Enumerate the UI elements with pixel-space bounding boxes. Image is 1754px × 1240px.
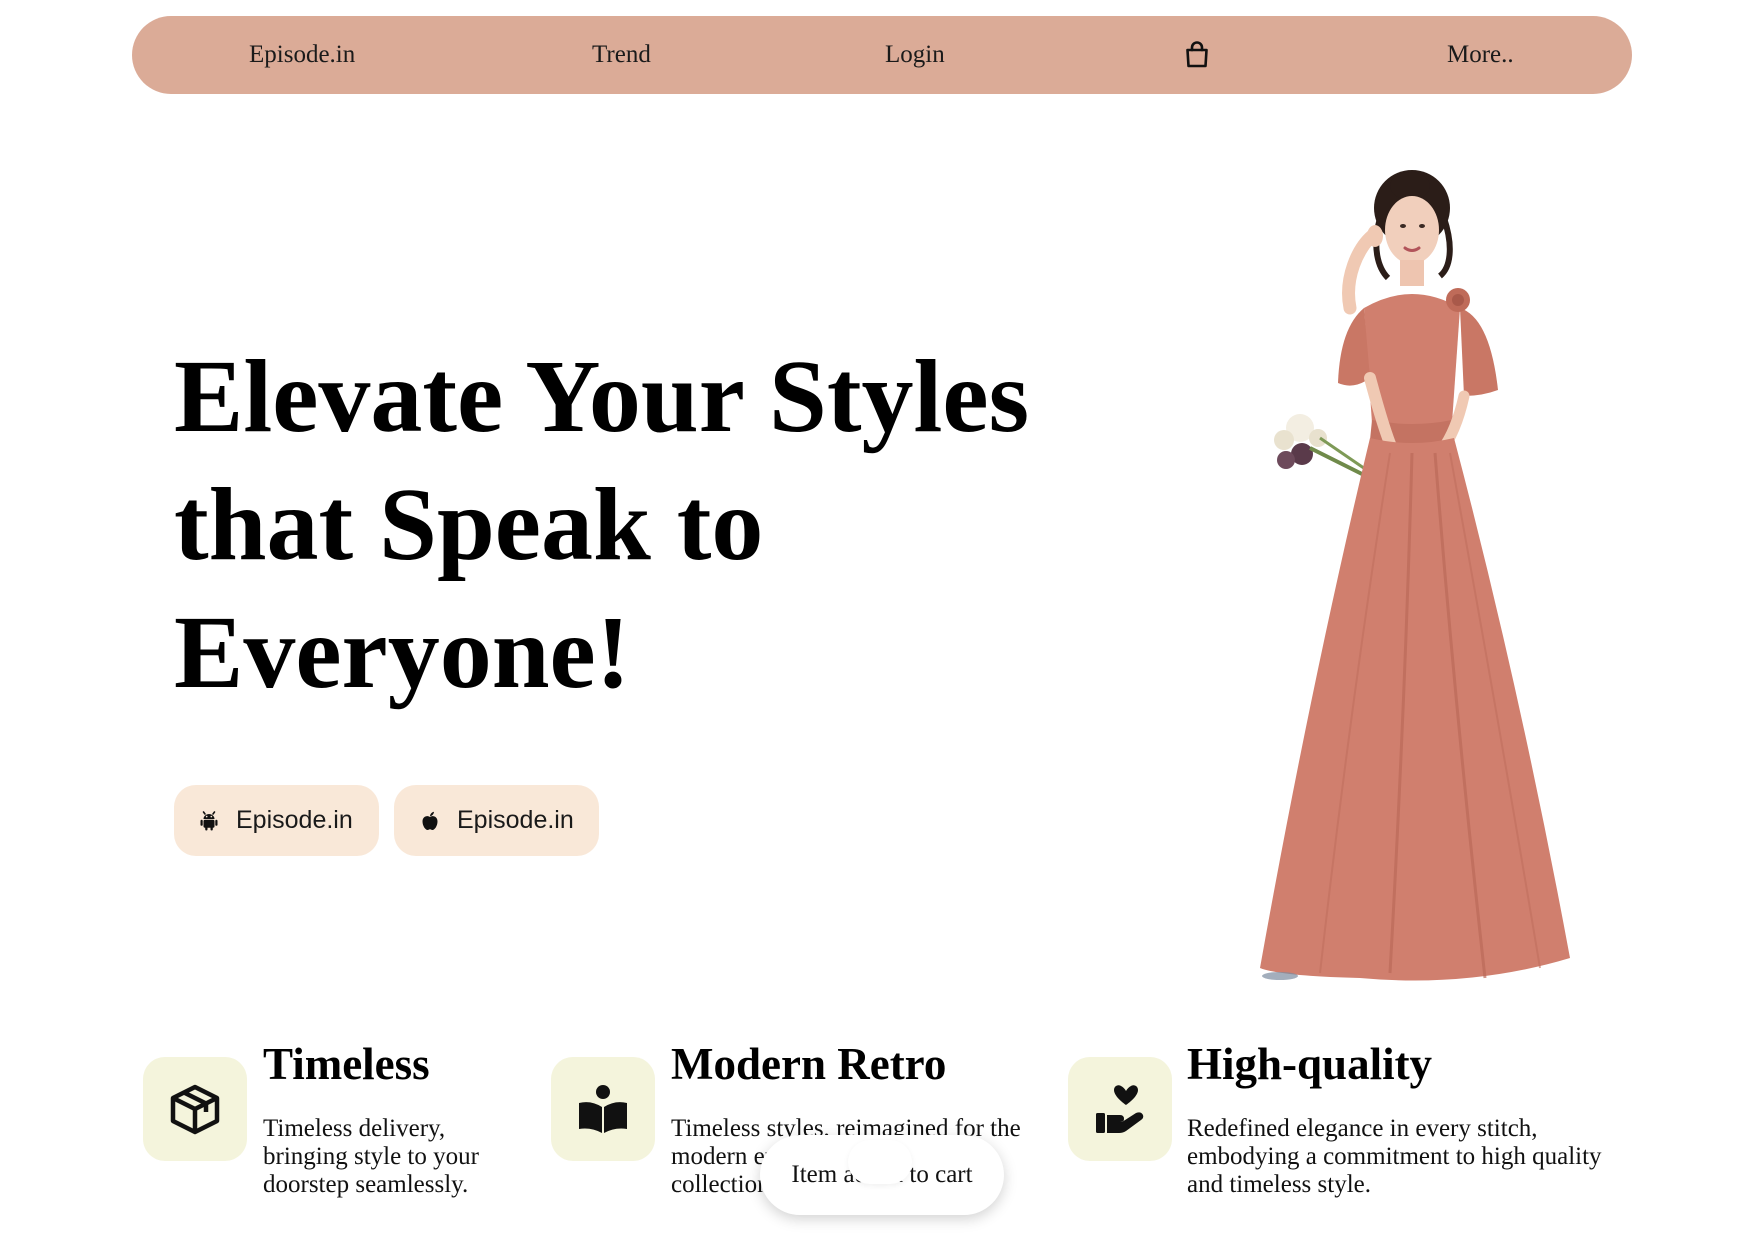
nav-brand-link[interactable]: Episode.in	[249, 16, 355, 94]
android-store-button[interactable]: Episode.in	[174, 785, 379, 856]
reading-book-icon	[579, 1085, 627, 1133]
page: Episode.in Trend Login More.. Elevate Yo…	[0, 0, 1754, 1240]
package-box-icon	[170, 1084, 220, 1135]
hero-title-line-3: Everyone!	[174, 595, 631, 710]
feature-title: Timeless	[263, 1039, 430, 1089]
apple-store-button[interactable]: Episode.in	[394, 785, 599, 856]
hero-title: Elevate Your Styles that Speak to Everyo…	[174, 333, 1174, 717]
feature-high-quality-icon-box	[1068, 1057, 1172, 1161]
android-store-label: Episode.in	[236, 806, 353, 834]
feature-title: Modern Retro	[671, 1039, 947, 1089]
android-icon	[198, 810, 220, 832]
feature-modern-retro-icon-box	[551, 1057, 655, 1161]
feature-title: High-quality	[1187, 1039, 1433, 1089]
nav-trend-link[interactable]: Trend	[592, 16, 651, 94]
apple-store-label: Episode.in	[457, 806, 574, 834]
navbar: Episode.in Trend Login More..	[132, 16, 1632, 94]
feature-description: Timeless delivery, bringing style to you…	[263, 1115, 479, 1198]
nav-login-link[interactable]: Login	[885, 16, 945, 94]
apple-icon	[419, 810, 441, 832]
hero-title-line-1: Elevate Your Styles	[174, 339, 1030, 454]
feature-timeless-icon-box	[143, 1057, 247, 1161]
shopping-bag-icon[interactable]	[1182, 16, 1212, 94]
toast-overlay-bubble	[848, 1140, 912, 1184]
feature-description: Redefined elegance in every stitch, embo…	[1187, 1115, 1602, 1198]
nav-more-link[interactable]: More..	[1447, 16, 1514, 94]
hand-heart-icon	[1096, 1085, 1144, 1133]
hero-model-image	[1260, 170, 1570, 981]
hero-title-line-2: that Speak to	[174, 467, 764, 582]
